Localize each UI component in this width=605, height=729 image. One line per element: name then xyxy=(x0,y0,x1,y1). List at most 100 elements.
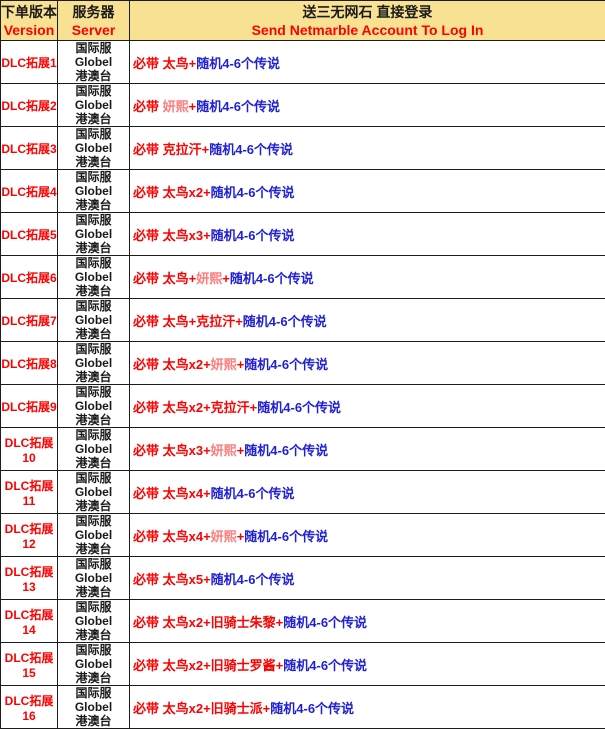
server-cell: 国际服Globel 港澳台 xyxy=(58,600,130,643)
offer-segment: 妍熙 xyxy=(163,99,189,114)
header-server-cn: 服务器 xyxy=(58,3,129,21)
offer-segment: 随机4-6个传说 xyxy=(211,486,295,501)
server-line1: 国际服Globel xyxy=(58,385,129,413)
offer-segment: 随机4-6个传说 xyxy=(196,56,280,71)
version-cell: DLC拓展2 xyxy=(1,84,58,127)
server-line2: 港澳台 xyxy=(58,69,129,83)
version-cell: DLC拓展15 xyxy=(1,643,58,686)
version-cell: DLC拓展13 xyxy=(1,557,58,600)
offer-segment: 随机4-6个传说 xyxy=(283,658,367,673)
offer-segment: 妍熙 xyxy=(211,357,237,372)
offer-segment: 随机4-6个传说 xyxy=(257,400,341,415)
offer-segment: + xyxy=(222,271,230,286)
version-cell: DLC拓展11 xyxy=(1,471,58,514)
table-row: DLC拓展1 国际服Globel 港澳台 必带 太鸟+随机4-6个传说 xyxy=(1,41,605,84)
version-cell: DLC拓展14 xyxy=(1,600,58,643)
version-cell: DLC拓展16 xyxy=(1,686,58,729)
offer-segment: 随机4-6个传说 xyxy=(244,443,328,458)
offer-segment: 必带 太鸟x2+克拉汗+ xyxy=(133,400,257,415)
offer-segment: 妍熙 xyxy=(211,529,237,544)
server-cell: 国际服Globel 港澳台 xyxy=(58,342,130,385)
server-line2: 港澳台 xyxy=(58,284,129,298)
table-row: DLC拓展2 国际服Globel 港澳台 必带 妍熙+随机4-6个传说 xyxy=(1,84,605,127)
offer-segment: 必带 克拉汗+ xyxy=(133,142,209,157)
version-cell: DLC拓展3 xyxy=(1,127,58,170)
server-line2: 港澳台 xyxy=(58,327,129,341)
offer-cell: 必带 太鸟+妍熙+随机4-6个传说 xyxy=(130,256,605,299)
header-offer-en: Send Netmarble Account To Log In xyxy=(130,21,605,39)
server-line2: 港澳台 xyxy=(58,370,129,384)
offer-segment: 随机4-6个传说 xyxy=(283,615,367,630)
version-cell: DLC拓展12 xyxy=(1,514,58,557)
offer-cell: 必带 太鸟x2+妍熙+随机4-6个传说 xyxy=(130,342,605,385)
server-line2: 港澳台 xyxy=(58,585,129,599)
server-line1: 国际服Globel xyxy=(58,643,129,671)
header-server: 服务器 Server xyxy=(58,1,130,41)
table-row: DLC拓展8 国际服Globel 港澳台 必带 太鸟x2+妍熙+随机4-6个传说 xyxy=(1,342,605,385)
offer-segment: 必带 太鸟+ xyxy=(133,56,196,71)
header-offer-cn: 送三无网石 直接登录 xyxy=(130,3,605,21)
offer-cell: 必带 太鸟x2+随机4-6个传说 xyxy=(130,170,605,213)
table-row: DLC拓展11 国际服Globel 港澳台 必带 太鸟x4+随机4-6个传说 xyxy=(1,471,605,514)
version-cell: DLC拓展10 xyxy=(1,428,58,471)
server-line1: 国际服Globel xyxy=(58,127,129,155)
server-line1: 国际服Globel xyxy=(58,471,129,499)
server-line1: 国际服Globel xyxy=(58,299,129,327)
table-row: DLC拓展16 国际服Globel 港澳台 必带 太鸟x2+旧骑士派+随机4-6… xyxy=(1,686,605,729)
server-line1: 国际服Globel xyxy=(58,514,129,542)
server-cell: 国际服Globel 港澳台 xyxy=(58,127,130,170)
offer-segment: 必带 太鸟x5+ xyxy=(133,572,211,587)
version-cell: DLC拓展6 xyxy=(1,256,58,299)
server-line1: 国际服Globel xyxy=(58,84,129,112)
server-line2: 港澳台 xyxy=(58,155,129,169)
server-line2: 港澳台 xyxy=(58,714,129,728)
table-row: DLC拓展7 国际服Globel 港澳台 必带 太鸟+克拉汗+随机4-6个传说 xyxy=(1,299,605,342)
server-line1: 国际服Globel xyxy=(58,41,129,69)
offer-segment: 必带 太鸟x2+旧骑士罗酱+ xyxy=(133,658,283,673)
server-cell: 国际服Globel 港澳台 xyxy=(58,557,130,600)
server-cell: 国际服Globel 港澳台 xyxy=(58,514,130,557)
server-cell: 国际服Globel 港澳台 xyxy=(58,428,130,471)
offer-segment: 随机4-6个传说 xyxy=(270,701,354,716)
server-cell: 国际服Globel 港澳台 xyxy=(58,643,130,686)
offer-segment: 必带 太鸟x2+ xyxy=(133,357,211,372)
server-cell: 国际服Globel 港澳台 xyxy=(58,299,130,342)
offer-segment: 必带 太鸟x2+旧骑士派+ xyxy=(133,701,270,716)
table-row: DLC拓展5 国际服Globel 港澳台 必带 太鸟x3+随机4-6个传说 xyxy=(1,213,605,256)
server-line2: 港澳台 xyxy=(58,112,129,126)
version-cell: DLC拓展8 xyxy=(1,342,58,385)
table-row: DLC拓展10 国际服Globel 港澳台 必带 太鸟x3+妍熙+随机4-6个传… xyxy=(1,428,605,471)
offer-cell: 必带 太鸟+随机4-6个传说 xyxy=(130,41,605,84)
offer-segment: 必带 太鸟+克拉汗+ xyxy=(133,314,243,329)
table-row: DLC拓展15 国际服Globel 港澳台 必带 太鸟x2+旧骑士罗酱+随机4-… xyxy=(1,643,605,686)
offer-segment: 随机4-6个传说 xyxy=(211,572,295,587)
offer-segment: 必带 太鸟x3+ xyxy=(133,228,211,243)
server-line1: 国际服Globel xyxy=(58,256,129,284)
offer-segment: 必带 太鸟x2+ xyxy=(133,185,211,200)
offer-cell: 必带 太鸟x5+随机4-6个传说 xyxy=(130,557,605,600)
header-server-en: Server xyxy=(58,21,129,39)
offer-cell: 必带 太鸟x2+克拉汗+随机4-6个传说 xyxy=(130,385,605,428)
offer-segment: 随机4-6个传说 xyxy=(211,185,295,200)
offer-cell: 必带 太鸟x2+旧骑士派+随机4-6个传说 xyxy=(130,686,605,729)
header-row: 下单版本 Version 服务器 Server 送三无网石 直接登录 Send … xyxy=(1,1,605,41)
offer-cell: 必带 太鸟x4+随机4-6个传说 xyxy=(130,471,605,514)
offer-cell: 必带 太鸟x2+旧骑士罗酱+随机4-6个传说 xyxy=(130,643,605,686)
server-cell: 国际服Globel 港澳台 xyxy=(58,686,130,729)
offer-segment: 妍熙 xyxy=(211,443,237,458)
offer-segment: 随机4-6个传说 xyxy=(196,99,280,114)
server-line1: 国际服Globel xyxy=(58,686,129,714)
server-line1: 国际服Globel xyxy=(58,428,129,456)
server-cell: 国际服Globel 港澳台 xyxy=(58,471,130,514)
version-cell: DLC拓展4 xyxy=(1,170,58,213)
version-cell: DLC拓展5 xyxy=(1,213,58,256)
table-row: DLC拓展9 国际服Globel 港澳台 必带 太鸟x2+克拉汗+随机4-6个传… xyxy=(1,385,605,428)
offer-segment: 必带 太鸟x3+ xyxy=(133,443,211,458)
offer-cell: 必带 克拉汗+随机4-6个传说 xyxy=(130,127,605,170)
dlc-offer-table: 下单版本 Version 服务器 Server 送三无网石 直接登录 Send … xyxy=(0,0,605,729)
table-row: DLC拓展4 国际服Globel 港澳台 必带 太鸟x2+随机4-6个传说 xyxy=(1,170,605,213)
offer-cell: 必带 太鸟x3+随机4-6个传说 xyxy=(130,213,605,256)
version-cell: DLC拓展1 xyxy=(1,41,58,84)
server-line1: 国际服Globel xyxy=(58,600,129,628)
offer-segment: 随机4-6个传说 xyxy=(230,271,314,286)
